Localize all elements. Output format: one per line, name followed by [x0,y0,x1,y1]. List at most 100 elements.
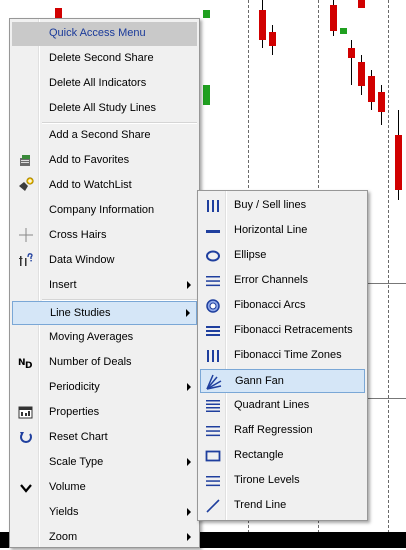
submenu-item-tirone-levels[interactable]: Tirone Levels [200,469,365,493]
menu-item-label: Delete All Study Lines [49,102,157,114]
menu-item-add-second-share[interactable]: Add a Second Share [12,124,197,148]
menu-item-add-to-watchlist[interactable]: Add to WatchList [12,174,197,198]
submenu-arrow-icon [187,458,191,466]
menu-item-reset-chart[interactable]: Reset Chart [12,426,197,450]
menu-item-label: Periodicity [49,381,100,393]
svg-text:D: D [25,361,32,370]
raff-regression-icon [204,422,222,440]
number-of-deals-icon: ND [18,354,34,371]
menu-item-yields[interactable]: Yields [12,501,197,525]
line-studies-submenu: Buy / Sell lines Horizontal Line Ellipse… [197,190,368,521]
submenu-item-label: Buy / Sell lines [234,199,307,211]
fibonacci-arcs-icon [204,297,222,315]
menu-item-label: Cross Hairs [49,229,107,241]
menu-item-label: Reset Chart [49,431,108,443]
candle [259,10,266,40]
tirone-levels-icon [204,472,222,490]
menu-item-label: Number of Deals [49,356,132,368]
buy-sell-lines-icon [204,197,222,215]
menu-item-cross-hairs[interactable]: Cross Hairs [12,224,197,248]
watchlist-icon [18,177,34,193]
submenu-arrow-icon [187,281,191,289]
menu-item-label: Yields [49,506,79,518]
submenu-item-rectangle[interactable]: Rectangle [200,444,365,468]
fibonacci-retracements-icon [204,322,222,340]
menu-item-label: Delete All Indicators [49,77,147,89]
crosshair-icon [18,227,34,243]
menu-header-label: Quick Access Menu [49,27,146,39]
menu-header-quick-access: Quick Access Menu [12,22,197,46]
submenu-item-label: Fibonacci Arcs [234,299,306,311]
candle [203,85,210,105]
menu-item-number-of-deals[interactable]: ND Number of Deals [12,351,197,375]
menu-item-label: Data Window [49,254,115,266]
menu-item-data-window[interactable]: Data Window [12,249,197,273]
submenu-item-label: Gann Fan [235,375,284,387]
menu-item-label: Zoom [49,531,78,543]
submenu-item-label: Fibonacci Retracements [234,324,353,336]
submenu-item-fibonacci-time-zones[interactable]: Fibonacci Time Zones [200,344,365,368]
horizontal-line-icon [204,222,222,240]
candle [340,28,347,34]
fibonacci-time-zones-icon [204,347,222,365]
submenu-arrow-icon [186,309,190,317]
menu-item-label: Insert [49,279,77,291]
menu-item-delete-all-indicators[interactable]: Delete All Indicators [12,72,197,96]
menu-item-line-studies[interactable]: Line Studies [12,301,197,325]
submenu-item-label: Rectangle [234,449,284,461]
menu-item-delete-all-study-lines[interactable]: Delete All Study Lines [12,97,197,121]
menu-item-moving-averages[interactable]: Moving Averages [12,326,197,350]
submenu-arrow-icon [187,383,191,391]
chart-gridline [388,0,389,548]
candle [269,32,276,46]
candle [368,76,375,102]
submenu-item-label: Horizontal Line [234,224,308,236]
error-channels-icon [204,272,222,290]
quadrant-lines-icon [204,397,222,415]
favorites-icon [18,152,34,168]
menu-item-scale-type[interactable]: Scale Type [12,451,197,475]
menu-item-delete-second-share[interactable]: Delete Second Share [12,47,197,71]
submenu-item-raff-regression[interactable]: Raff Regression [200,419,365,443]
menu-item-zoom[interactable]: Zoom [12,526,197,550]
data-window-icon [18,252,34,268]
rectangle-icon [204,447,222,465]
menu-item-company-information[interactable]: Company Information [12,199,197,223]
chart-gridline [368,283,406,284]
submenu-item-label: Error Channels [234,274,308,286]
submenu-item-horizontal-line[interactable]: Horizontal Line [200,219,365,243]
menu-item-label: Company Information [49,204,155,216]
volume-icon [18,479,34,495]
menu-item-label: Scale Type [49,456,104,468]
menu-item-volume[interactable]: Volume [12,476,197,500]
submenu-item-error-channels[interactable]: Error Channels [200,269,365,293]
candle [378,92,385,112]
submenu-item-label: Raff Regression [234,424,313,436]
submenu-item-ellipse[interactable]: Ellipse [200,244,365,268]
candle-wick [351,40,352,85]
menu-item-label: Add to WatchList [49,179,132,191]
menu-item-properties[interactable]: Properties [12,401,197,425]
submenu-item-trend-line[interactable]: Trend Line [200,494,365,518]
chart-gridline [368,398,406,399]
submenu-arrow-icon [187,533,191,541]
submenu-item-label: Tirone Levels [234,474,300,486]
submenu-item-buy-sell-lines[interactable]: Buy / Sell lines [200,194,365,218]
submenu-item-fibonacci-retracements[interactable]: Fibonacci Retracements [200,319,365,343]
menu-item-label: Volume [49,481,86,493]
ellipse-icon [204,247,222,265]
menu-item-periodicity[interactable]: Periodicity [12,376,197,400]
menu-item-insert[interactable]: Insert [12,274,197,298]
menu-item-label: Add to Favorites [49,154,130,166]
context-menu: Quick Access Menu Delete Second Share De… [9,18,200,548]
submenu-item-quadrant-lines[interactable]: Quadrant Lines [200,394,365,418]
submenu-item-gann-fan[interactable]: Gann Fan [200,369,365,393]
submenu-item-label: Fibonacci Time Zones [234,349,342,361]
submenu-item-label: Ellipse [234,249,267,261]
candle [55,8,62,18]
gann-fan-icon [205,373,223,391]
candle [358,0,365,8]
menu-item-label: Properties [49,406,100,418]
menu-item-add-to-favorites[interactable]: Add to Favorites [12,149,197,173]
submenu-item-fibonacci-arcs[interactable]: Fibonacci Arcs [200,294,365,318]
